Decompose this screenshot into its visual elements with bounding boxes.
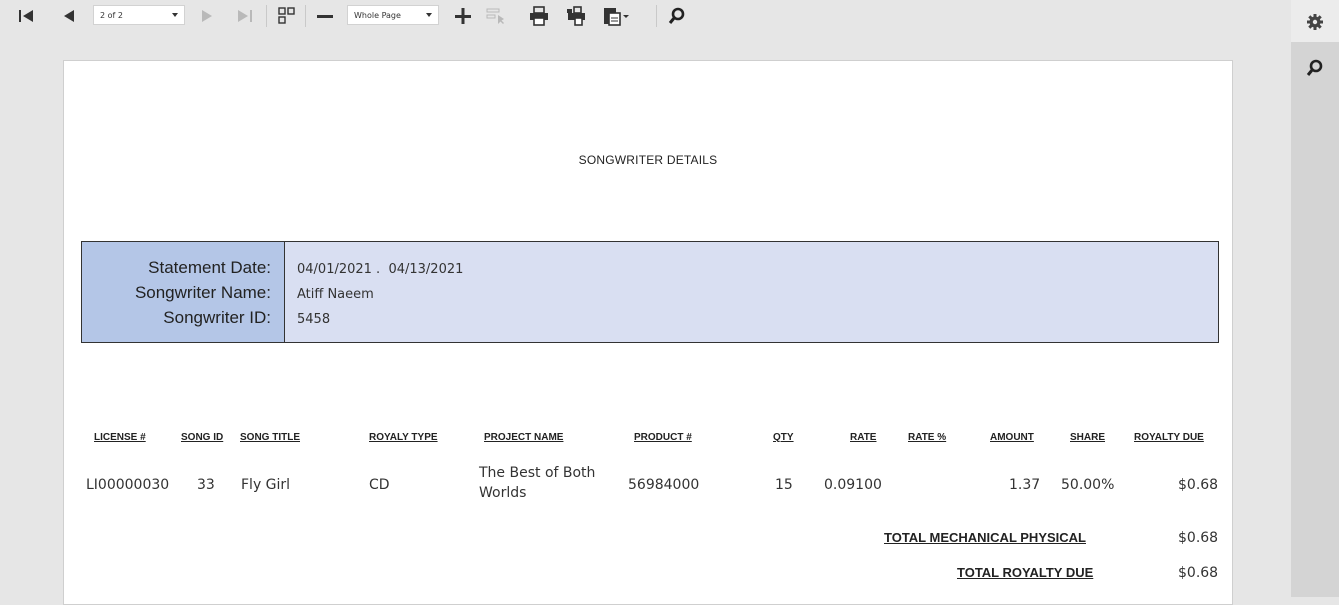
last-page-button[interactable]: [234, 4, 256, 28]
first-page-icon: [19, 10, 33, 22]
export-button[interactable]: [601, 4, 631, 28]
toolbar-separator: [656, 5, 657, 27]
statement-info-box: Statement Date: Songwriter Name: Songwri…: [81, 241, 1219, 343]
settings-button[interactable]: [1305, 12, 1325, 32]
header-royalty-due: ROYALTY DUE: [1134, 432, 1204, 443]
cell-royalty-type: CD: [369, 477, 390, 493]
cell-amount: 1.37: [1009, 477, 1041, 493]
report-title: SONGWRITER DETAILS: [578, 153, 718, 167]
search-icon: [1306, 59, 1323, 76]
total-mechanical-label: TOTAL MECHANICAL PHYSICAL: [884, 530, 1086, 545]
previous-page-icon: [64, 10, 74, 22]
cell-share: 50.00%: [1061, 477, 1115, 493]
toolbar-separator: [266, 5, 267, 27]
chevron-down-icon: [172, 13, 178, 17]
songwriter-name-label: Songwriter Name:: [134, 283, 271, 302]
last-page-icon: [238, 10, 252, 22]
header-amount: AMOUNT: [990, 432, 1034, 443]
info-labels: Statement Date: Songwriter Name: Songwri…: [82, 242, 285, 342]
minus-icon: [317, 15, 333, 18]
selection-icon: [486, 8, 504, 24]
gear-icon: [1307, 14, 1323, 30]
header-project-name: PROJECT NAME: [484, 432, 564, 443]
zoom-in-button[interactable]: [452, 4, 474, 28]
search-panel-button[interactable]: [1305, 58, 1325, 78]
report-page: SONGWRITER DETAILS Statement Date: Songw…: [63, 60, 1233, 605]
cell-song-title: Fly Girl: [241, 477, 291, 493]
cell-project-name-line2: Worlds: [479, 485, 527, 501]
statement-date-value: 04/01/2021 . 04/13/2021: [297, 262, 464, 277]
header-rate: RATE: [850, 432, 877, 443]
statement-date-label: Statement Date:: [148, 258, 271, 277]
print-button[interactable]: [528, 4, 550, 28]
songwriter-id-value: 5458: [297, 312, 331, 327]
first-page-button[interactable]: [16, 4, 36, 28]
page-number-select[interactable]: 2 of 2: [93, 5, 185, 25]
next-page-button[interactable]: [197, 4, 217, 28]
search-button[interactable]: [666, 4, 688, 28]
cell-rate: 0.09100: [824, 477, 882, 493]
zoom-value: Whole Page: [354, 10, 401, 20]
select-tool-button[interactable]: [485, 4, 507, 28]
export-icon: [604, 8, 629, 26]
header-song-title: SONG TITLE: [240, 432, 300, 443]
header-royalty-type: ROYALY TYPE: [369, 432, 438, 443]
multipage-icon: [278, 7, 295, 24]
cell-royalty-due: $0.68: [1178, 477, 1219, 493]
header-song-id: SONG ID: [181, 432, 224, 443]
chevron-down-icon: [426, 13, 432, 17]
print-page-icon: [567, 6, 585, 26]
info-values: 04/01/2021 . 04/13/2021 Atiff Naeem 5458: [285, 242, 1218, 342]
songwriter-name-value: Atiff Naeem: [297, 287, 374, 302]
print-page-button[interactable]: [565, 4, 587, 28]
cell-song-id: 33: [197, 477, 215, 493]
songwriter-id-label: Songwriter ID:: [163, 308, 271, 327]
zoom-out-button[interactable]: [314, 4, 336, 28]
previous-page-button[interactable]: [58, 4, 78, 28]
total-royalty-value: $0.68: [1178, 565, 1219, 581]
header-qty: QTY: [773, 432, 794, 443]
cell-license: LI00000030: [86, 477, 170, 493]
search-icon: [668, 7, 685, 24]
printer-icon: [530, 6, 548, 26]
header-rate-pct: RATE %: [908, 432, 947, 443]
total-mechanical-value: $0.68: [1178, 530, 1219, 546]
report-toolbar: 2 of 2 Whole Page: [0, 0, 1290, 34]
header-product: PRODUCT #: [634, 432, 692, 443]
page-number-value: 2 of 2: [100, 10, 123, 20]
side-panel-rail: [1291, 0, 1339, 597]
cell-qty: 15: [775, 477, 793, 493]
toolbar-separator: [305, 5, 306, 27]
next-page-icon: [202, 10, 212, 22]
zoom-select[interactable]: Whole Page: [347, 5, 439, 25]
plus-icon: [455, 8, 471, 24]
header-share: SHARE: [1070, 432, 1106, 443]
cell-project-name-line1: The Best of Both: [479, 465, 596, 481]
header-license: LICENSE #: [94, 432, 146, 443]
total-royalty-label: TOTAL ROYALTY DUE: [957, 565, 1094, 580]
cell-product: 56984000: [628, 477, 700, 493]
multipage-view-button[interactable]: [276, 4, 298, 28]
